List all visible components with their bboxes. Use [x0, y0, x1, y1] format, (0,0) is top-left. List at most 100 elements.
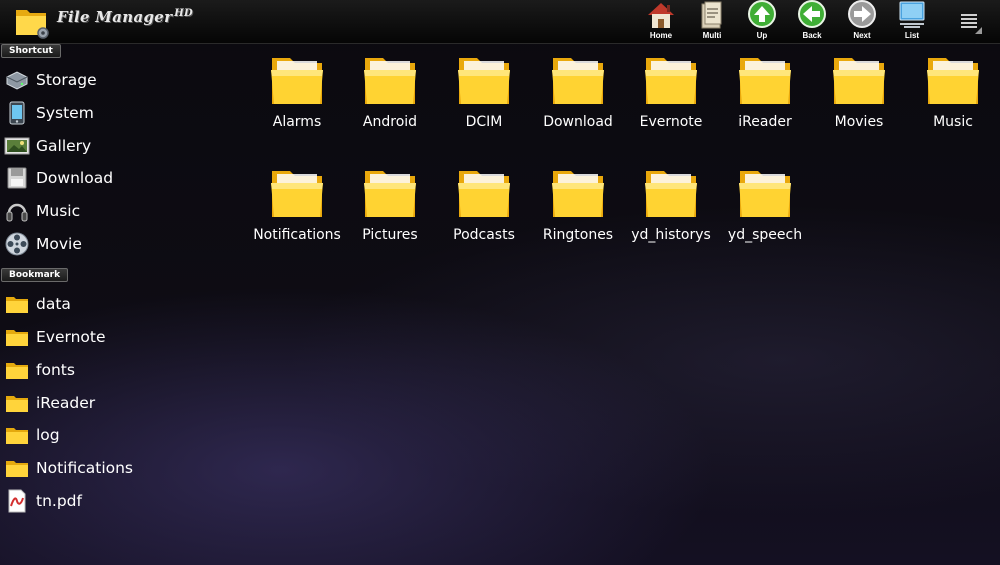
folder-icon [458, 58, 510, 104]
movie-icon [4, 231, 30, 257]
folder-name: Pictures [362, 227, 418, 243]
up-button[interactable]: Up [739, 0, 785, 44]
bookmark-item-evernote[interactable]: Evernote [4, 322, 234, 352]
multi-select-icon [701, 1, 722, 29]
app-logo-folder-icon [16, 10, 49, 39]
bookmark-item-notifications[interactable]: Notifications [4, 453, 234, 483]
bookmark-item-fonts[interactable]: fonts [4, 355, 234, 385]
folder-icon [364, 58, 416, 104]
folder-name: Download [543, 114, 613, 130]
app-title-suffix: HD [174, 8, 194, 19]
folder-item-pictures[interactable]: Pictures [343, 163, 437, 263]
folder-icon [4, 422, 30, 448]
folder-item-notifications[interactable]: Notifications [250, 163, 344, 263]
sidebar-item-movie[interactable]: Movie [4, 229, 234, 259]
home-icon [648, 3, 674, 28]
sidebar-item-label: iReader [36, 394, 96, 412]
sidebar-item-download[interactable]: Download [4, 163, 234, 193]
sidebar-item-label: Music [36, 202, 81, 220]
list-button[interactable]: List [889, 0, 935, 44]
system-icon [4, 100, 30, 126]
pdf-file-icon [4, 488, 30, 514]
folder-icon [4, 455, 30, 481]
folder-name: iReader [738, 114, 792, 130]
bookmark-item-ireader[interactable]: iReader [4, 388, 234, 418]
sidebar-item-label: Gallery [36, 137, 92, 155]
bookmark-section-header: Bookmark [1, 268, 69, 282]
folder-name: Ringtones [542, 227, 614, 243]
folder-icon [4, 324, 30, 350]
folder-name: Evernote [639, 114, 703, 130]
folder-item-ireader[interactable]: iReader [718, 50, 812, 150]
home-label: Home [649, 31, 673, 40]
sidebar-item-label: Download [36, 169, 114, 187]
folder-icon [645, 58, 697, 104]
folder-item-download[interactable]: Download [531, 50, 625, 150]
folder-item-alarms[interactable]: Alarms [250, 50, 344, 150]
folder-item-yd-historys[interactable]: yd_historys [624, 163, 718, 263]
bookmark-item-log[interactable]: log [4, 420, 234, 450]
multi-button[interactable]: Multi [689, 0, 735, 44]
folder-name: Alarms [272, 114, 322, 130]
folder-item-ringtones[interactable]: Ringtones [531, 163, 625, 263]
folder-item-evernote[interactable]: Evernote [624, 50, 718, 150]
folder-icon [833, 58, 885, 104]
folder-icon [645, 171, 697, 217]
app-title: File Manager HD [57, 8, 194, 26]
shortcut-section-header: Shortcut [1, 44, 61, 58]
sidebar-item-label: Movie [36, 235, 82, 253]
storage-icon [4, 67, 30, 93]
folder-name: Notifications [253, 227, 341, 243]
overflow-menu-button[interactable] [954, 6, 984, 34]
sidebar-item-label: System [36, 104, 94, 122]
folder-icon [739, 171, 791, 217]
sidebar-item-gallery[interactable]: Gallery [4, 131, 234, 161]
sidebar-item-label: fonts [36, 361, 75, 379]
folder-name: yd_historys [631, 227, 711, 243]
multi-label: Multi [702, 31, 722, 40]
folder-item-movies[interactable]: Movies [812, 50, 906, 150]
sidebar-item-system[interactable]: System [4, 98, 234, 128]
sidebar-item-label: data [36, 295, 71, 313]
folder-name: Music [933, 114, 973, 130]
folder-icon [4, 390, 30, 416]
gallery-icon [4, 133, 30, 159]
folder-icon [739, 58, 791, 104]
folder-name: Podcasts [453, 227, 515, 243]
list-label: List [904, 31, 920, 40]
next-label: Next [853, 31, 871, 40]
up-label: Up [756, 31, 768, 40]
folder-icon [271, 58, 323, 104]
folder-name: yd_speech [727, 227, 803, 243]
arrow-up-icon [748, 0, 776, 28]
sidebar-item-music[interactable]: Music [4, 196, 234, 226]
folder-icon [271, 171, 323, 217]
folder-name: DCIM [465, 114, 503, 130]
sidebar-item-label: Storage [36, 71, 97, 89]
overflow-menu-icon [954, 6, 984, 28]
bookmark-item-data[interactable]: data [4, 289, 234, 319]
home-button[interactable]: Home [638, 0, 684, 44]
folder-icon [364, 171, 416, 217]
bookmark-item-tn-pdf[interactable]: tn.pdf [4, 486, 234, 516]
folder-icon [458, 171, 510, 217]
sidebar-item-label: Notifications [36, 459, 134, 477]
back-button[interactable]: Back [789, 0, 835, 44]
folder-icon [552, 58, 604, 104]
sidebar-item-label: log [36, 426, 60, 444]
folder-item-android[interactable]: Android [343, 50, 437, 150]
back-label: Back [802, 31, 822, 40]
folder-icon [552, 171, 604, 217]
folder-icon [4, 291, 30, 317]
sidebar-item-label: Evernote [36, 328, 106, 346]
folder-name: Android [362, 114, 418, 130]
folder-icon [927, 58, 979, 104]
folder-item-dcim[interactable]: DCIM [437, 50, 531, 150]
folder-icon [4, 357, 30, 383]
folder-item-podcasts[interactable]: Podcasts [437, 163, 531, 263]
folder-item-yd-speech[interactable]: yd_speech [718, 163, 812, 263]
next-button[interactable]: Next [839, 0, 885, 44]
folder-item-music[interactable]: Music [906, 50, 1000, 150]
sidebar-item-storage[interactable]: Storage [4, 65, 234, 95]
folder-name: Movies [834, 114, 884, 130]
